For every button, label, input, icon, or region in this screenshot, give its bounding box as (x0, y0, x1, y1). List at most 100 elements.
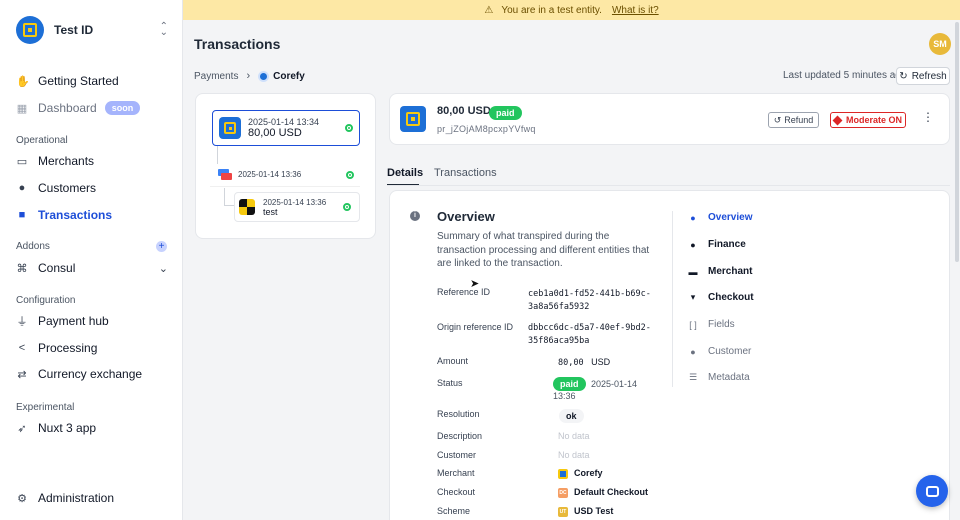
section-experimental: Experimental (16, 402, 75, 413)
nav-nuxt[interactable]: ➶ Nuxt 3 app (16, 418, 168, 438)
success-status-icon (345, 124, 353, 132)
nav-payment-hub[interactable]: ⏚ Payment hub (16, 311, 168, 331)
nav-label: Getting Started (38, 74, 119, 88)
tree-node-name: test (263, 206, 278, 217)
section-nav-label: Merchant (708, 266, 753, 277)
value-origin-reference-id[interactable]: dbbcc6dc-d5a7-40ef-9bd2- 35f86aca95ba (528, 322, 651, 348)
nav-currency-exchange[interactable]: ⇄ Currency exchange (16, 364, 168, 384)
rocket-icon: ➶ (17, 422, 27, 435)
warning-icon: ⚠ (484, 4, 494, 16)
cart-icon: ▾ (690, 292, 696, 302)
value-status-date-1: 2025-01-14 (591, 379, 638, 389)
nav-administration[interactable]: ⚙ Administration (16, 488, 168, 508)
nav-customers[interactable]: ● Customers (16, 178, 168, 198)
overview-description: Summary of what transpired during the tr… (437, 231, 650, 269)
nav-label: Currency exchange (38, 367, 143, 381)
page-title: Transactions (194, 36, 281, 52)
nav-dashboard[interactable]: ▦ Dashboard soon (16, 98, 168, 118)
plug-icon: ⏚ (16, 316, 28, 328)
section-nav-merchant[interactable]: ▬ Merchant (688, 266, 753, 277)
value-status-date-2: 13:36 (553, 391, 576, 401)
last-updated: Last updated 5 minutes ago (783, 70, 907, 81)
chevron-up-down-icon: ⌃ ⌄ (159, 21, 168, 38)
section-nav-label: Checkout (708, 292, 754, 303)
org-switcher[interactable]: Test ID ⌃ ⌄ (16, 16, 168, 44)
value-scheme-name: USD Test (574, 506, 614, 516)
label-amount: Amount (437, 356, 469, 366)
value-checkout[interactable]: DC Default Checkout (558, 487, 648, 498)
tree-node-date: 2025-01-14 13:36 (263, 197, 327, 207)
tab-details[interactable]: Details (387, 167, 423, 186)
label-description: Description (437, 431, 483, 441)
gear-icon: ⚙ (17, 492, 27, 505)
tree-connector (217, 146, 218, 164)
moderate-button[interactable]: Moderate ON (830, 112, 906, 128)
tree-node-child[interactable]: 2025-01-14 13:36 (210, 163, 360, 187)
value-checkout-name: Default Checkout (574, 487, 649, 497)
add-addon-button[interactable]: + (156, 241, 167, 252)
tree-connector (224, 188, 234, 206)
section-nav-overview[interactable]: ● Overview (688, 212, 752, 223)
more-options-icon[interactable]: ⋮ (922, 110, 934, 124)
value-scheme[interactable]: UT USD Test (558, 506, 613, 517)
refund-label: Refund (784, 115, 814, 125)
tree-node-amount: 80,00 USD (248, 127, 302, 139)
corefy-logo-icon (219, 117, 241, 139)
section-nav-fields[interactable]: [ ] Fields (688, 319, 734, 330)
nav-label: Transactions (38, 208, 113, 222)
nav-consul[interactable]: ⌘ Consul ⌄ (16, 258, 169, 278)
breadcrumb-payments[interactable]: Payments (194, 71, 238, 82)
value-reference-id-line-2: 3a8a56fa5932 (528, 302, 590, 312)
section-nav-finance[interactable]: ● Finance (688, 239, 746, 250)
nav-label: Payment hub (38, 314, 109, 328)
user-avatar[interactable]: SM (929, 33, 951, 55)
what-is-it-link[interactable]: What is it? (612, 5, 659, 16)
value-merchant[interactable]: Corefy (558, 468, 603, 479)
value-reference-id[interactable]: ceb1a0d1-fd52-441b-b69c- 3a8a56fa5932 (528, 288, 651, 314)
label-customer: Customer (437, 450, 477, 460)
tree-node-main[interactable]: 2025-01-14 13:34 80,00 USD (212, 110, 360, 146)
nav-processing[interactable]: < Processing (16, 338, 168, 358)
checkout-badge-icon: DC (558, 487, 568, 498)
store-icon: ▬ (688, 266, 698, 277)
users-icon: ● (18, 182, 26, 194)
overview-title: Overview (437, 209, 495, 224)
nav-getting-started[interactable]: ✋ Getting Started (16, 71, 168, 91)
nav-transactions[interactable]: ■ Transactions (16, 205, 168, 225)
corefy-logo-icon (400, 106, 426, 132)
nav-merchants[interactable]: ▭ Merchants (16, 151, 168, 171)
section-nav-customer[interactable]: ● Customer (688, 346, 751, 357)
section-nav-label: Finance (708, 239, 746, 250)
value-resolution: ok (559, 409, 584, 423)
tab-transactions[interactable]: Transactions (434, 167, 497, 179)
section-nav-label: Customer (708, 346, 752, 357)
chat-icon (925, 485, 939, 497)
section-nav-label: Metadata (708, 372, 750, 383)
value-merchant-name: Corefy (574, 468, 603, 478)
section-nav-label: Overview (708, 212, 753, 223)
refund-button[interactable]: ↺ Refund (768, 112, 819, 128)
label-reference-id: Reference ID (437, 287, 491, 297)
tree-node-date: 2025-01-14 13:36 (238, 170, 302, 179)
chevron-right-icon: › (246, 70, 251, 82)
chat-support-button[interactable] (916, 475, 948, 507)
value-amount-currency: USD (591, 357, 611, 367)
section-nav-metadata[interactable]: ☰ Metadata (688, 372, 750, 383)
label-merchant: Merchant (437, 468, 475, 478)
label-checkout: Checkout (437, 487, 476, 497)
value-description: No data (558, 431, 590, 441)
info-icon: ● (690, 212, 696, 223)
refresh-button[interactable]: ↻ Refresh (896, 67, 950, 85)
label-resolution: Resolution (437, 409, 480, 419)
section-nav-checkout[interactable]: ▾ Checkout (688, 292, 754, 303)
moderate-label: Moderate ON (845, 115, 902, 125)
page-scrollbar[interactable] (955, 22, 959, 262)
share-icon: < (18, 342, 26, 354)
corefy-logo-icon (558, 468, 568, 479)
transaction-id[interactable]: pr_jZOjAM8pcxpYVfwq (437, 124, 536, 134)
store-icon: ▭ (16, 155, 28, 168)
tree-node-grandchild[interactable]: 2025-01-14 13:36 test (234, 192, 360, 222)
soon-badge: soon (104, 101, 141, 115)
summary-amount: 80,00 USD (437, 105, 491, 117)
scheme-badge-icon: UT (558, 506, 568, 517)
